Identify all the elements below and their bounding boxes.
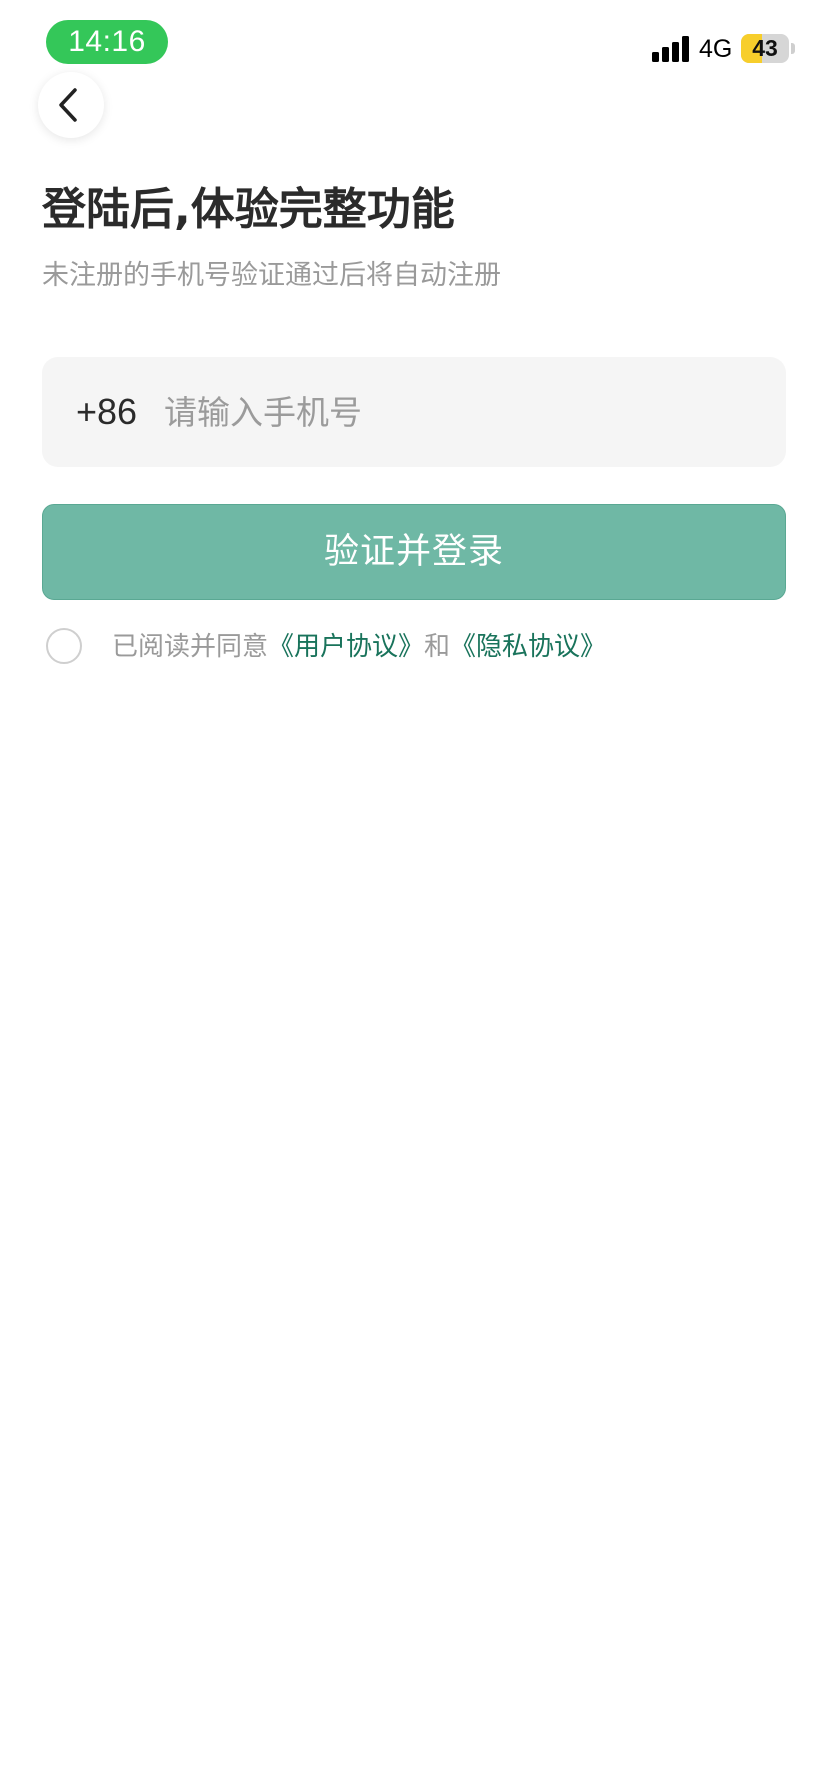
user-agreement-link[interactable]: 《用户协议》 [268, 632, 424, 662]
agreement-conjunction: 和 [424, 632, 451, 662]
page-subtitle: 未注册的手机号验证通过后将自动注册 [42, 260, 501, 291]
agreement-text: 已阅读并同意《用户协议》和《隐私协议》 [112, 626, 606, 668]
cellular-signal-icon [652, 36, 692, 62]
battery-percentage: 43 [752, 35, 778, 61]
country-code-selector[interactable]: +86 [76, 357, 137, 467]
phone-number-field: +86 [42, 357, 786, 467]
back-button[interactable] [38, 72, 104, 138]
verify-login-button[interactable]: 验证并登录 [42, 504, 786, 600]
privacy-policy-link[interactable]: 《隐私协议》 [450, 632, 606, 662]
battery-icon: 43 [741, 34, 789, 63]
chevron-left-icon [59, 88, 77, 122]
battery-terminal [791, 43, 795, 54]
status-time: 14:16 [46, 20, 168, 64]
agreement-prefix: 已阅读并同意 [112, 632, 269, 662]
phone-number-input[interactable] [164, 382, 744, 442]
page-title: 登陆后,体验完整功能 [42, 184, 455, 235]
network-type-label: 4G [699, 35, 733, 63]
status-bar: 14:16 4G 43 [0, 0, 828, 80]
agreement-checkbox[interactable] [46, 628, 82, 664]
